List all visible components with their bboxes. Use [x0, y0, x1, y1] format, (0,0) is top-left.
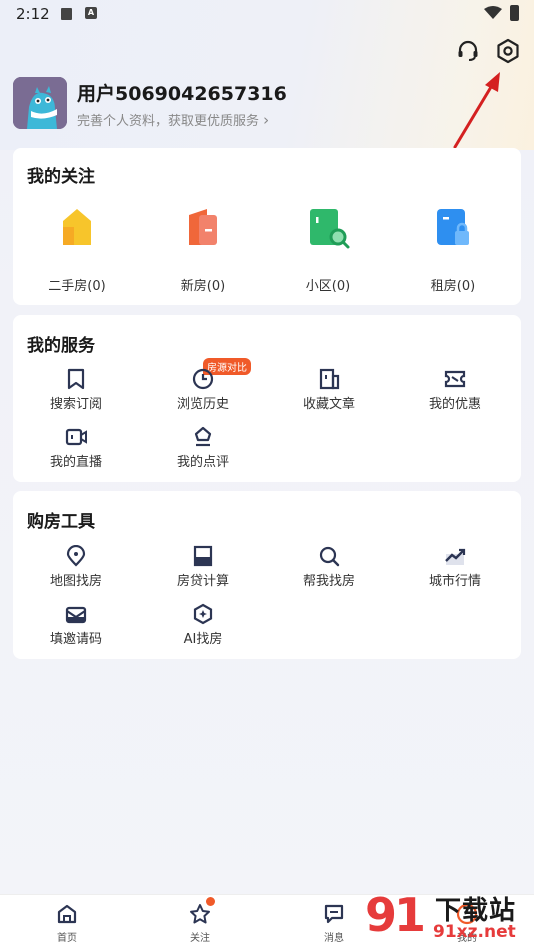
notification-dot: [206, 897, 215, 906]
tool-city-market[interactable]: 城市行情: [405, 545, 505, 589]
tool-label: AI找房: [183, 632, 223, 647]
avatar[interactable]: [13, 77, 67, 129]
service-search-subscribe[interactable]: 搜索订阅: [26, 368, 126, 412]
follow-card: 我的关注 二手房(0) 新房(0) 小区(0) 租房(0): [13, 148, 521, 305]
tool-label: 地图找房: [49, 574, 102, 589]
service-my-coupons[interactable]: 我的优惠: [405, 368, 505, 412]
status-bar: 2:12 A: [0, 0, 534, 30]
service-label: 浏览历史: [176, 397, 229, 412]
mail-icon: [65, 603, 87, 625]
chevron-right-icon: ›: [263, 111, 270, 129]
services-card: 我的服务 房源对比 搜索订阅 浏览历史 收藏文章 我的优惠 我的直播 我的点评: [13, 315, 521, 482]
follow-title: 我的关注: [27, 167, 95, 187]
message-icon: [323, 903, 345, 925]
star-icon: [189, 897, 215, 925]
review-icon: [192, 426, 214, 448]
username[interactable]: 用户5069042657316: [77, 79, 287, 106]
wifi-icon: [484, 6, 502, 19]
a-notification-icon: A: [85, 7, 97, 19]
service-label: 搜索订阅: [49, 397, 102, 412]
service-saved-articles[interactable]: 收藏文章: [279, 368, 379, 412]
service-browse-history[interactable]: 浏览历史: [153, 368, 253, 412]
home-icon: [56, 903, 78, 925]
follow-item-label: 小区(0): [305, 279, 351, 294]
watermark-url: 91xz.net: [433, 922, 516, 942]
rent-icon: [429, 203, 477, 251]
tools-title: 购房工具: [27, 512, 95, 532]
tool-ai-find[interactable]: AI找房: [153, 603, 253, 647]
tool-label: 填邀请码: [49, 632, 102, 647]
tool-label: 房贷计算: [176, 574, 229, 589]
service-label: 我的点评: [176, 455, 229, 470]
tools-card: 购房工具 地图找房 房贷计算 帮我找房 城市行情 填邀请码 AI找房: [13, 491, 521, 659]
service-label: 我的直播: [49, 455, 102, 470]
building-icon: [179, 203, 227, 251]
clock-icon: [192, 368, 214, 390]
battery-icon: [510, 5, 519, 21]
annotation-arrow: [453, 72, 500, 149]
nav-label: 消息: [324, 933, 344, 944]
follow-item-community[interactable]: 小区(0): [288, 203, 368, 294]
article-icon: [318, 368, 340, 390]
calculator-icon: [192, 545, 214, 567]
tool-map-search[interactable]: 地图找房: [26, 544, 126, 589]
bookmark-icon: [65, 368, 87, 390]
service-my-live[interactable]: 我的直播: [26, 426, 126, 470]
status-time: 2:12: [16, 5, 50, 23]
nav-home[interactable]: 首页: [37, 903, 97, 944]
follow-item-new-house[interactable]: 新房(0): [163, 203, 243, 294]
ticket-icon: [444, 368, 466, 390]
tool-help-find[interactable]: 帮我找房: [279, 545, 379, 589]
services-title: 我的服务: [27, 336, 95, 356]
nav-label: 关注: [190, 933, 210, 944]
nav-label: 首页: [57, 933, 77, 944]
tool-label: 帮我找房: [302, 574, 355, 589]
nav-messages[interactable]: 消息: [304, 903, 364, 944]
search-icon: [318, 545, 340, 567]
house-icon: [53, 203, 101, 251]
gear-icon[interactable]: [495, 38, 521, 64]
follow-item-second-hand[interactable]: 二手房(0): [37, 203, 117, 294]
watermark-logo: 91: [365, 888, 426, 942]
trend-icon: [444, 545, 466, 567]
follow-item-label: 新房(0): [180, 279, 226, 294]
watermark: 91 下载站 91xz.net: [365, 886, 534, 950]
nav-follow[interactable]: 关注: [170, 897, 230, 944]
tool-invite-code[interactable]: 填邀请码: [26, 603, 126, 647]
video-icon: [65, 426, 87, 448]
service-my-reviews[interactable]: 我的点评: [153, 426, 253, 470]
profile-subtitle[interactable]: 完善个人资料，获取更优质服务 ›: [77, 110, 269, 129]
profile-subtitle-text: 完善个人资料，获取更优质服务: [77, 114, 260, 129]
follow-item-label: 租房(0): [430, 279, 476, 294]
community-icon: [304, 203, 352, 251]
notification-icon: [61, 8, 72, 20]
follow-item-label: 二手房(0): [48, 279, 106, 294]
service-label: 收藏文章: [302, 397, 355, 412]
tool-label: 城市行情: [428, 574, 481, 589]
ai-icon: [192, 603, 214, 625]
follow-item-rent[interactable]: 租房(0): [413, 203, 493, 294]
headset-icon[interactable]: [455, 38, 481, 64]
service-label: 我的优惠: [428, 397, 481, 412]
map-pin-icon: [65, 544, 87, 567]
tool-mortgage-calc[interactable]: 房贷计算: [153, 545, 253, 589]
